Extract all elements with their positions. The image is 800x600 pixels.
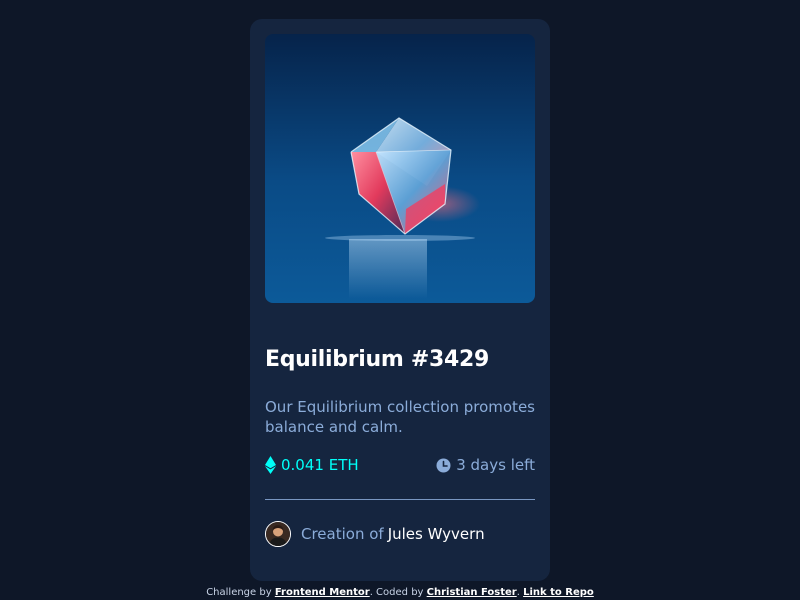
equilibrium-cube-image	[265, 34, 535, 303]
price-value: 0.041 ETH	[281, 456, 359, 474]
repo-link[interactable]: Link to Repo	[523, 587, 594, 598]
nft-stats: 0.041 ETH 3 days left	[265, 456, 535, 478]
time-left: 3 days left	[436, 456, 535, 474]
creator-prefix: Creation of	[301, 525, 384, 543]
avatar	[265, 521, 291, 547]
frontend-mentor-link[interactable]: Frontend Mentor	[275, 587, 370, 598]
ethereum-icon	[265, 456, 276, 474]
time-left-value: 3 days left	[456, 456, 535, 474]
clock-icon	[436, 458, 451, 472]
attribution-challenge-text: Challenge by	[206, 587, 272, 598]
divider	[265, 499, 535, 500]
creator: Creation of Jules Wyvern	[265, 521, 485, 547]
nft-image[interactable]	[265, 34, 535, 303]
price: 0.041 ETH	[265, 456, 359, 474]
author-link[interactable]: Christian Foster	[427, 587, 517, 598]
nft-description: Our Equilibrium collection promotes bala…	[265, 398, 535, 436]
attribution-separator: .	[516, 587, 520, 598]
nft-title[interactable]: Equilibrium #3429	[265, 347, 489, 372]
creator-name-link[interactable]: Jules Wyvern	[388, 525, 485, 543]
attribution-coded-text: . Coded by	[369, 587, 424, 598]
avatar-image	[266, 522, 290, 546]
nft-preview-card: Equilibrium #3429 Our Equilibrium collec…	[250, 19, 550, 581]
attribution: Challenge by Frontend Mentor. Coded by C…	[0, 587, 800, 598]
